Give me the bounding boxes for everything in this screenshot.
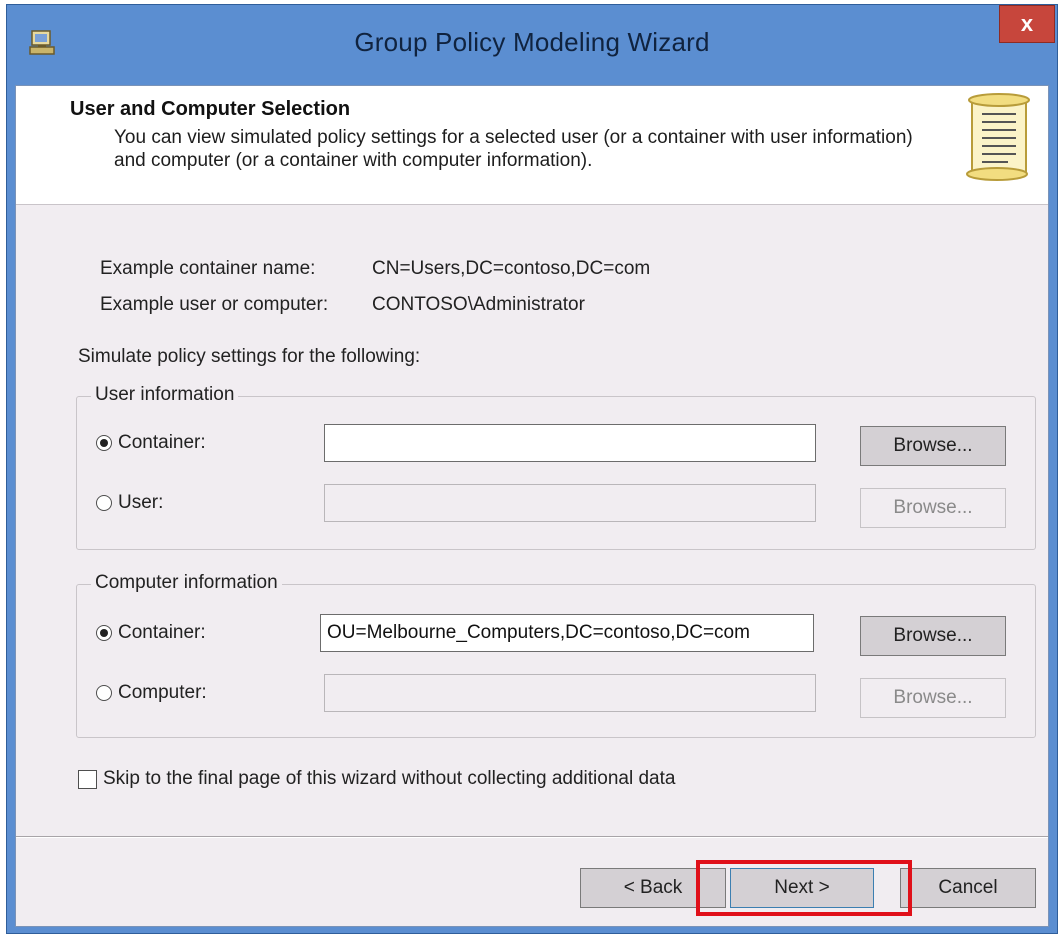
user-radio-label: User: bbox=[118, 492, 164, 513]
radio-unchecked-icon bbox=[96, 685, 112, 701]
wizard-client-area: User and Computer Selection You can view… bbox=[15, 85, 1049, 927]
computer-container-radio-label: Container: bbox=[118, 622, 206, 643]
scroll-icon bbox=[966, 93, 1030, 181]
computer-information-legend: Computer information bbox=[91, 572, 282, 594]
user-browse-button: Browse... bbox=[860, 488, 1006, 528]
example-container-value: CN=Users,DC=contoso,DC=com bbox=[372, 258, 651, 279]
radio-checked-icon bbox=[96, 625, 112, 641]
cancel-button[interactable]: Cancel bbox=[900, 868, 1036, 908]
next-button-highlight bbox=[696, 860, 912, 916]
radio-checked-icon bbox=[96, 435, 112, 451]
skip-checkbox-label: Skip to the final page of this wizard wi… bbox=[103, 768, 676, 789]
checkbox-unchecked-icon bbox=[78, 769, 97, 789]
wizard-window: Group Policy Modeling Wizard x User and … bbox=[6, 4, 1058, 934]
user-radio[interactable]: User: bbox=[96, 492, 163, 514]
close-button[interactable]: x bbox=[999, 5, 1055, 43]
close-icon: x bbox=[1020, 11, 1034, 36]
user-input bbox=[324, 484, 816, 522]
computer-container-input[interactable] bbox=[320, 614, 814, 652]
footer-separator bbox=[16, 836, 1048, 838]
computer-container-browse-button[interactable]: Browse... bbox=[860, 616, 1006, 656]
page-title: User and Computer Selection bbox=[70, 98, 351, 120]
computer-container-radio[interactable]: Container: bbox=[96, 622, 206, 644]
page-description: You can view simulated policy settings f… bbox=[114, 127, 913, 171]
user-container-input[interactable] bbox=[324, 424, 816, 462]
example-user-label: Example user or computer: bbox=[100, 294, 329, 315]
user-information-legend: User information bbox=[91, 384, 239, 406]
user-container-radio-label: Container: bbox=[118, 432, 206, 453]
window-title: Group Policy Modeling Wizard bbox=[354, 27, 710, 57]
example-container-label: Example container name: bbox=[100, 258, 316, 279]
wizard-header: User and Computer Selection You can view… bbox=[16, 86, 1048, 205]
skip-checkbox[interactable]: Skip to the final page of this wizard wi… bbox=[78, 768, 675, 790]
user-container-browse-button[interactable]: Browse... bbox=[860, 426, 1006, 466]
computer-radio[interactable]: Computer: bbox=[96, 682, 207, 704]
simulate-label: Simulate policy settings for the followi… bbox=[78, 346, 421, 367]
computer-input bbox=[324, 674, 816, 712]
computer-browse-button: Browse... bbox=[860, 678, 1006, 718]
user-container-radio[interactable]: Container: bbox=[96, 432, 206, 454]
radio-unchecked-icon bbox=[96, 495, 112, 511]
example-user-value: CONTOSO\Administrator bbox=[372, 294, 585, 315]
title-bar[interactable]: Group Policy Modeling Wizard x bbox=[7, 5, 1057, 85]
computer-radio-label: Computer: bbox=[118, 682, 207, 703]
